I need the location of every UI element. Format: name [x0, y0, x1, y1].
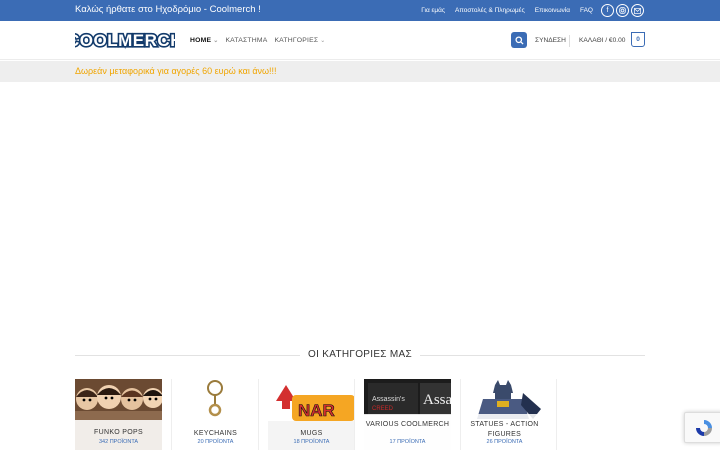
link-shipping[interactable]: Αποστολές & Πληρωμές — [455, 7, 525, 14]
nav-categories[interactable]: ΚΑΤΗΓΟΡΙΕΣ ⌄ — [274, 37, 325, 44]
promo-notice-bar: Δωρεάν μεταφορικά για αγορές 60 ευρώ και… — [0, 61, 720, 82]
site-logo[interactable]: COOLMERCH COOLMERCH — [65, 29, 184, 51]
category-count: 26 ΠΡΟΪΟΝΤΑ — [486, 439, 523, 445]
top-bar: Καλώς ήρθατε στο Ηχοδρόμιο - Coolmerch !… — [0, 0, 720, 21]
category-card-funko[interactable]: FUNKO POPS 342 ΠΡΟΪΟΝΤΑ — [75, 379, 162, 450]
link-faq[interactable]: FAQ — [580, 7, 593, 14]
svg-text:NAR: NAR — [298, 401, 335, 420]
instagram-icon[interactable] — [616, 4, 629, 17]
chevron-down-icon: ⌄ — [213, 38, 219, 44]
category-card-statues[interactable]: STATUES - ACTION FIGURES 26 ΠΡΟΪΟΝΤΑ — [461, 379, 548, 450]
svg-text:CREED: CREED — [372, 406, 394, 412]
top-links: Για εμάς Αποστολές & Πληρωμές Επικοινωνί… — [411, 0, 644, 21]
cart-link[interactable]: ΚΑΛΑΘΙ / €0.00 — [579, 37, 625, 44]
category-name: STATUES - ACTION FIGURES — [470, 421, 539, 438]
promo-notice-text: Δωρεάν μεταφορικά για αγορές 60 ευρώ και… — [75, 66, 277, 76]
search-button[interactable] — [511, 32, 527, 48]
search-icon — [514, 35, 524, 45]
category-grid: FUNKO POPS 342 ΠΡΟΪΟΝΤΑ KEYCHAINS 20 ΠΡΟ… — [75, 379, 645, 450]
header-divider — [569, 35, 570, 47]
nav-shop[interactable]: ΚΑΤΑΣΤΗΜΑ — [225, 37, 267, 44]
category-count: 17 ΠΡΟΪΟΝΤΑ — [389, 439, 426, 445]
cart-count-badge[interactable]: 0 — [631, 32, 645, 47]
category-name: VARIOUS COOLMERCH — [365, 421, 450, 428]
category-count: 18 ΠΡΟΪΟΝΤΑ — [293, 439, 330, 445]
link-contact[interactable]: Επικοινωνία — [535, 7, 570, 14]
nav-categories-label: ΚΑΤΗΓΟΡΙΕΣ — [274, 37, 319, 44]
logo-text: COOLMERCH — [75, 31, 175, 50]
main-nav: HOME ⌄ ΚΑΤΑΣΤΗΜΑ ΚΑΤΗΓΟΡΙΕΣ ⌄ — [190, 21, 332, 60]
category-name: MUGS — [300, 430, 323, 437]
category-count: 20 ΠΡΟΪΟΝΤΑ — [197, 439, 234, 445]
link-about[interactable]: Για εμάς — [421, 7, 445, 14]
nav-home[interactable]: HOME ⌄ — [190, 37, 218, 44]
category-count: 342 ΠΡΟΪΟΝΤΑ — [98, 439, 139, 445]
category-card-various[interactable]: Assassin's CREED Assa VARIOUS COOLMERCH … — [364, 379, 451, 450]
facebook-icon[interactable]: f — [601, 4, 614, 17]
welcome-text: Καλώς ήρθατε στο Ηχοδρόμιο - Coolmerch ! — [75, 4, 261, 15]
main-header: COOLMERCH COOLMERCH HOME ⌄ ΚΑΤΑΣΤΗΜΑ ΚΑΤ… — [0, 21, 720, 60]
category-divider — [354, 379, 355, 450]
chevron-down-icon: ⌄ — [320, 38, 326, 44]
categories-section-title: ΟΙ ΚΑΤΗΓΟΡΙΕΣ ΜΑΣ — [75, 347, 645, 363]
nav-shop-label: ΚΑΤΑΣΤΗΜΑ — [225, 37, 268, 44]
email-icon[interactable] — [631, 4, 644, 17]
category-divider — [556, 379, 557, 450]
title-divider-right — [420, 355, 645, 356]
category-divider — [258, 379, 259, 450]
recaptcha-icon — [696, 419, 712, 436]
category-card-keychains[interactable]: KEYCHAINS 20 ΠΡΟΪΟΝΤΑ — [172, 379, 259, 450]
recaptcha-badge[interactable] — [684, 412, 720, 443]
nav-home-label: HOME — [190, 37, 212, 44]
category-card-mugs[interactable]: NAR MUGS 18 ΠΡΟΪΟΝΤΑ — [268, 379, 355, 450]
category-name: FUNKO POPS — [94, 429, 143, 436]
social-links: f — [599, 4, 644, 17]
login-link[interactable]: ΣΥΝΔΕΣΗ — [535, 37, 566, 44]
svg-text:Assassin's: Assassin's — [372, 396, 405, 403]
category-name: KEYCHAINS — [193, 430, 238, 437]
svg-text:Assa: Assa — [423, 392, 451, 408]
